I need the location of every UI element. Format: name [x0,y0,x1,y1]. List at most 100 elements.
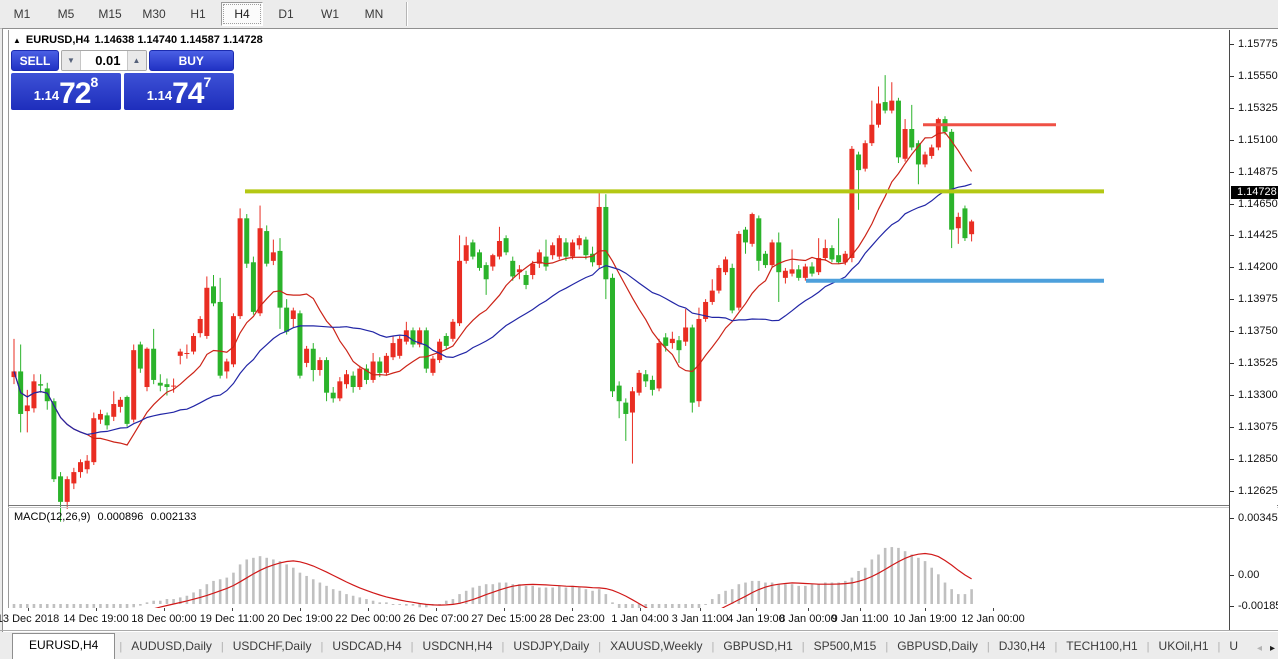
time-tick-mark [164,608,165,611]
chart-tab-gbpusd-h1[interactable]: GBPUSD,H1 [714,635,801,659]
timeframe-button-mn[interactable]: MN [353,2,395,26]
chart-tab-usdchf-daily[interactable]: USDCHF,Daily [224,635,321,659]
volume-input[interactable] [81,51,127,70]
buy-button[interactable]: BUY [149,50,235,71]
time-tick-label: 28 Dec 23:00 [539,613,604,625]
time-tick-mark [28,608,29,611]
timeframe-button-h4[interactable]: H4 [221,2,263,26]
buy-price-main: 74 [172,79,203,109]
current-price-badge: 1.14728 [1231,186,1278,199]
price-tick-label: 1.13075 [1238,421,1278,433]
price-tick-mark [1230,44,1234,45]
chart-tab-dj30-h4[interactable]: DJ30,H4 [990,635,1055,659]
chart-tab-usdjpy-daily[interactable]: USDJPY,Daily [504,635,598,659]
sell-price-display[interactable]: 1.14728 [11,73,121,110]
chart-title: ▲ EURUSD,H4 1.14638 1.14740 1.14587 1.14… [13,34,263,46]
timeframe-button-w1[interactable]: W1 [309,2,351,26]
chart-tabs-bar: EURUSD,H4|AUDUSD,Daily|USDCHF,Daily|USDC… [0,632,1278,659]
buy-price-prefix: 1.14 [147,83,172,109]
chart-tab-tech100-h1[interactable]: TECH100,H1 [1057,635,1146,659]
timeframe-button-m5[interactable]: M5 [45,2,87,26]
price-tick-label: 1.14425 [1238,229,1278,241]
timeframe-button-m1[interactable]: M1 [1,2,43,26]
chart-tab-sp500-m15[interactable]: SP500,M15 [805,635,886,659]
time-tick-label: 9 Jan 11:00 [832,613,889,625]
chart-tab-xauusd-weekly[interactable]: XAUUSD,Weekly [601,635,711,659]
time-tick-label: 27 Dec 15:00 [471,613,536,625]
timeframe-button-m30[interactable]: M30 [133,2,175,26]
price-tick-mark [1230,172,1234,173]
timeframe-button-d1[interactable]: D1 [265,2,307,26]
time-tick-label: 18 Dec 00:00 [131,613,196,625]
chart-tab-usdcnh-h4[interactable]: USDCNH,H4 [414,635,502,659]
time-axis: 13 Dec 201814 Dec 19:0018 Dec 00:0019 De… [8,608,1229,630]
toolbar-separator [406,2,407,26]
macd-tick-mark [1230,606,1234,607]
sell-button[interactable]: SELL [11,50,59,71]
chart-window [2,28,1278,632]
chart-tab-audusd-daily[interactable]: AUDUSD,Daily [122,635,221,659]
buy-price-display[interactable]: 1.14747 [124,73,234,110]
price-tick-label: 1.13975 [1238,293,1278,305]
volume-spinner: ▼ ▲ [61,50,147,71]
price-tick-label: 1.15775 [1238,38,1278,50]
price-tick-label: 1.13525 [1238,357,1278,369]
time-tick-mark [808,608,809,611]
price-chart-pane[interactable] [11,59,1232,535]
tab-scroll-arrows: ◂ ▸ [1253,643,1275,654]
price-axis: 1.157751.155501.153251.151001.148751.146… [1229,30,1277,630]
price-tick-label: 1.13750 [1238,325,1278,337]
price-tick-mark [1230,395,1234,396]
time-tick-mark [368,608,369,611]
time-tick-label: 1 Jan 04:00 [611,613,669,625]
time-tick-label: 8 Jan 00:00 [779,613,837,625]
time-axis-border [0,630,1278,631]
time-tick-label: 14 Dec 19:00 [63,613,128,625]
tabs-scroll-left-icon[interactable]: ◂ [1257,643,1262,654]
chart-symbol-period: EURUSD,H4 [26,34,90,46]
mt4-terminal: M1M5M15M30H1H4D1W1MN 1.157751.155501.153… [0,0,1278,659]
panel-toggle-icon[interactable]: ▲ [13,36,21,45]
price-tick-mark [1230,235,1234,236]
sell-price-pip: 8 [90,76,98,88]
price-tick-mark [1230,76,1234,77]
time-tick-mark [300,608,301,611]
chart-tab-ukoil-h1[interactable]: UKOil,H1 [1150,635,1218,659]
sell-price-prefix: 1.14 [34,83,59,109]
chart-tab-gbpusd-daily[interactable]: GBPUSD,Daily [888,635,987,659]
time-tick-mark [96,608,97,611]
price-tick-mark [1230,331,1234,332]
chart-tab-usdcad-h4[interactable]: USDCAD,H4 [323,635,410,659]
macd-indicator-name: MACD(12,26,9) [14,511,90,523]
time-tick-mark [640,608,641,611]
tabs-scroll-right-icon[interactable]: ▸ [1270,643,1275,654]
timeframe-button-m15[interactable]: M15 [89,2,131,26]
price-tick-label: 1.14875 [1238,166,1278,178]
chart-tab-eurusd-h4[interactable]: EURUSD,H4 [12,633,115,659]
price-tick-label: 1.13300 [1238,389,1278,401]
buy-price-pip: 7 [203,76,211,88]
time-tick-label: 3 Jan 11:00 [672,613,729,625]
time-tick-label: 4 Jan 19:00 [727,613,785,625]
price-tick-label: 1.15325 [1238,102,1278,114]
pane-divider[interactable] [8,505,1278,506]
time-tick-mark [436,608,437,611]
volume-increase-button[interactable]: ▲ [127,51,146,70]
macd-tick-label: 0.00 [1238,569,1259,581]
price-tick-label: 1.15100 [1238,134,1278,146]
price-tick-mark [1230,108,1234,109]
timeframe-button-h1[interactable]: H1 [177,2,219,26]
time-tick-mark [925,608,926,611]
price-tick-mark [1230,491,1234,492]
volume-decrease-button[interactable]: ▼ [62,51,81,70]
chart-ohlc-values: 1.14638 1.14740 1.14587 1.14728 [95,34,263,46]
chart-left-border [8,30,9,630]
price-tick-mark [1230,140,1234,141]
one-click-trading-panel: SELL ▼ ▲ BUY 1.14728 1.14747 [11,50,234,110]
price-tick-label: 1.12625 [1238,485,1278,497]
chart-tab-u[interactable]: U [1220,635,1247,659]
sell-price-main: 72 [59,79,90,109]
timeframe-toolbar: M1M5M15M30H1H4D1W1MN [0,0,1278,29]
price-tick-mark [1230,267,1234,268]
macd-tick-mark [1230,575,1234,576]
